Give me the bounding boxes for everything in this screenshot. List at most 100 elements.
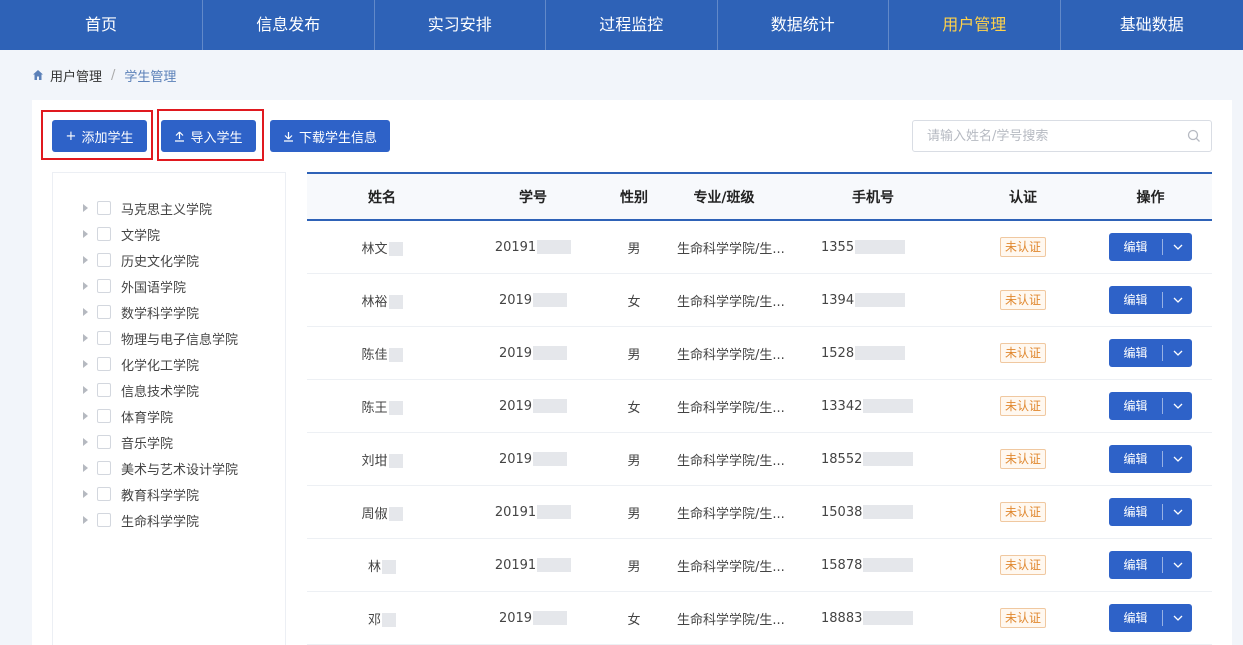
caret-right-icon[interactable] [83, 464, 88, 472]
cell-id: 20191 [457, 240, 609, 255]
tree-checkbox[interactable] [97, 253, 111, 267]
cell-gender: 男 [627, 453, 641, 469]
chevron-down-icon[interactable] [1163, 562, 1192, 568]
tree-checkbox[interactable] [97, 279, 111, 293]
student-name: 刘坩 [361, 453, 388, 469]
redaction-mask [388, 401, 403, 415]
chevron-down-icon[interactable] [1163, 403, 1192, 409]
edit-button[interactable]: 编辑 [1109, 610, 1163, 626]
cell-action: 编辑 [1089, 604, 1212, 632]
table-row: 林 20191 男 生命科学学院/生... 15878 未认证 编辑 [307, 539, 1212, 592]
cell-major: 生命科学学院/生... [677, 294, 785, 310]
edit-button[interactable]: 编辑 [1109, 398, 1163, 414]
edit-button[interactable]: 编辑 [1109, 557, 1163, 573]
redaction-mask [382, 560, 396, 574]
tree-item[interactable]: 化学化工学院 [53, 351, 285, 377]
caret-right-icon[interactable] [83, 334, 88, 342]
tree-item[interactable]: 文学院 [53, 221, 285, 247]
cell-gender: 女 [627, 294, 641, 310]
download-student-info-label: 下载学生信息 [298, 130, 377, 146]
highlight-box-import [157, 109, 264, 161]
breadcrumb: 用户管理 / 学生管理 [32, 66, 176, 85]
breadcrumb-item-user-mgmt[interactable]: 用户管理 [50, 66, 102, 85]
column-header: 专业/班级 [693, 189, 755, 206]
caret-right-icon[interactable] [83, 204, 88, 212]
nav-item-4[interactable]: 数据统计 [718, 0, 889, 50]
tree-checkbox[interactable] [97, 305, 111, 319]
nav-item-5[interactable]: 用户管理 [889, 0, 1061, 50]
chevron-down-icon[interactable] [1163, 350, 1192, 356]
nav-item-3[interactable]: 过程监控 [546, 0, 718, 50]
caret-right-icon[interactable] [83, 230, 88, 238]
cell-id: 2019 [457, 399, 609, 414]
caret-right-icon[interactable] [83, 360, 88, 368]
redaction-mask [388, 454, 403, 468]
edit-button[interactable]: 编辑 [1109, 292, 1163, 308]
tree-checkbox[interactable] [97, 383, 111, 397]
tree-item[interactable]: 物理与电子信息学院 [53, 325, 285, 351]
cell-id: 2019 [457, 611, 609, 626]
tree-checkbox[interactable] [97, 409, 111, 423]
tree-checkbox[interactable] [97, 357, 111, 371]
cell-name: 陈佳 [307, 344, 457, 363]
search-input[interactable] [913, 121, 1173, 151]
caret-right-icon[interactable] [83, 308, 88, 316]
redaction-mask [537, 505, 572, 519]
caret-right-icon[interactable] [83, 412, 88, 420]
nav-item-0[interactable]: 首页 [0, 0, 203, 50]
cell-name: 林裕 [307, 291, 457, 310]
caret-right-icon[interactable] [83, 490, 88, 498]
nav-item-2[interactable]: 实习安排 [375, 0, 546, 50]
caret-right-icon[interactable] [83, 256, 88, 264]
tree-item[interactable]: 数学科学学院 [53, 299, 285, 325]
table-row: 周俶 20191 男 生命科学学院/生... 15038 未认证 编辑 [307, 486, 1212, 539]
student-name: 陈王 [361, 400, 388, 416]
edit-button[interactable]: 编辑 [1109, 504, 1163, 520]
edit-split-button: 编辑 [1109, 551, 1192, 579]
tree-checkbox[interactable] [97, 227, 111, 241]
tree-item[interactable]: 教育科学学院 [53, 481, 285, 507]
caret-right-icon[interactable] [83, 438, 88, 446]
edit-split-button: 编辑 [1109, 498, 1192, 526]
tree-checkbox[interactable] [97, 487, 111, 501]
chevron-down-icon[interactable] [1163, 509, 1192, 515]
cell-name: 周俶 [307, 503, 457, 522]
chevron-down-icon[interactable] [1163, 456, 1192, 462]
cell-action: 编辑 [1089, 286, 1212, 314]
edit-button[interactable]: 编辑 [1109, 451, 1163, 467]
tree-checkbox[interactable] [97, 513, 111, 527]
chevron-down-icon[interactable] [1163, 297, 1192, 303]
tree-item[interactable]: 体育学院 [53, 403, 285, 429]
nav-item-6[interactable]: 基础数据 [1061, 0, 1243, 50]
tree-checkbox[interactable] [97, 331, 111, 345]
tree-item[interactable]: 音乐学院 [53, 429, 285, 455]
tree-item[interactable]: 信息技术学院 [53, 377, 285, 403]
cell-phone: 1355 [789, 240, 957, 255]
chevron-down-icon[interactable] [1163, 244, 1192, 250]
cell-status: 未认证 [957, 502, 1089, 522]
nav-item-1[interactable]: 信息发布 [203, 0, 375, 50]
edit-button[interactable]: 编辑 [1109, 345, 1163, 361]
status-badge: 未认证 [999, 343, 1046, 363]
tree-item[interactable]: 外国语学院 [53, 273, 285, 299]
edit-button[interactable]: 编辑 [1109, 239, 1163, 255]
tree-item[interactable]: 马克思主义学院 [53, 195, 285, 221]
tree-item[interactable]: 生命科学学院 [53, 507, 285, 533]
tree-item-label: 数学科学学院 [121, 306, 200, 322]
status-badge: 未认证 [999, 555, 1046, 575]
caret-right-icon[interactable] [83, 516, 88, 524]
caret-right-icon[interactable] [83, 282, 88, 290]
tree-item[interactable]: 美术与艺术设计学院 [53, 455, 285, 481]
search-icon[interactable] [1187, 129, 1201, 143]
cell-phone: 18552 [789, 452, 957, 467]
edit-split-button: 编辑 [1109, 604, 1192, 632]
column-header: 手机号 [852, 189, 894, 206]
download-student-info-button[interactable]: 下载学生信息 [270, 120, 390, 152]
tree-checkbox[interactable] [97, 435, 111, 449]
caret-right-icon[interactable] [83, 386, 88, 394]
tree-item[interactable]: 历史文化学院 [53, 247, 285, 273]
breadcrumb-separator: / [111, 67, 116, 83]
chevron-down-icon[interactable] [1163, 615, 1192, 621]
tree-checkbox[interactable] [97, 461, 111, 475]
tree-checkbox[interactable] [97, 201, 111, 215]
